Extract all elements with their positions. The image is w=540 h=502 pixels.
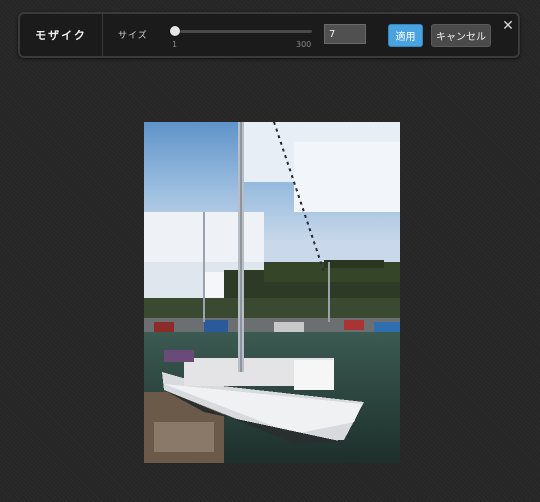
slider-max-label: 300 [296,40,312,49]
slider-handle[interactable] [169,26,180,36]
close-icon[interactable]: ✕ [500,18,516,34]
slider-min-label: 1 [172,40,178,49]
apply-button[interactable]: 適用 [388,24,423,47]
size-input[interactable] [324,24,366,44]
tool-title: モザイク [20,14,103,56]
size-slider[interactable] [169,26,312,36]
mosaic-toolbar: モザイク サイズ 1 300 適用 キャンセル ✕ [18,12,520,58]
preview-image [144,122,400,463]
size-label: サイズ [118,31,148,41]
cancel-button[interactable]: キャンセル [431,24,491,47]
